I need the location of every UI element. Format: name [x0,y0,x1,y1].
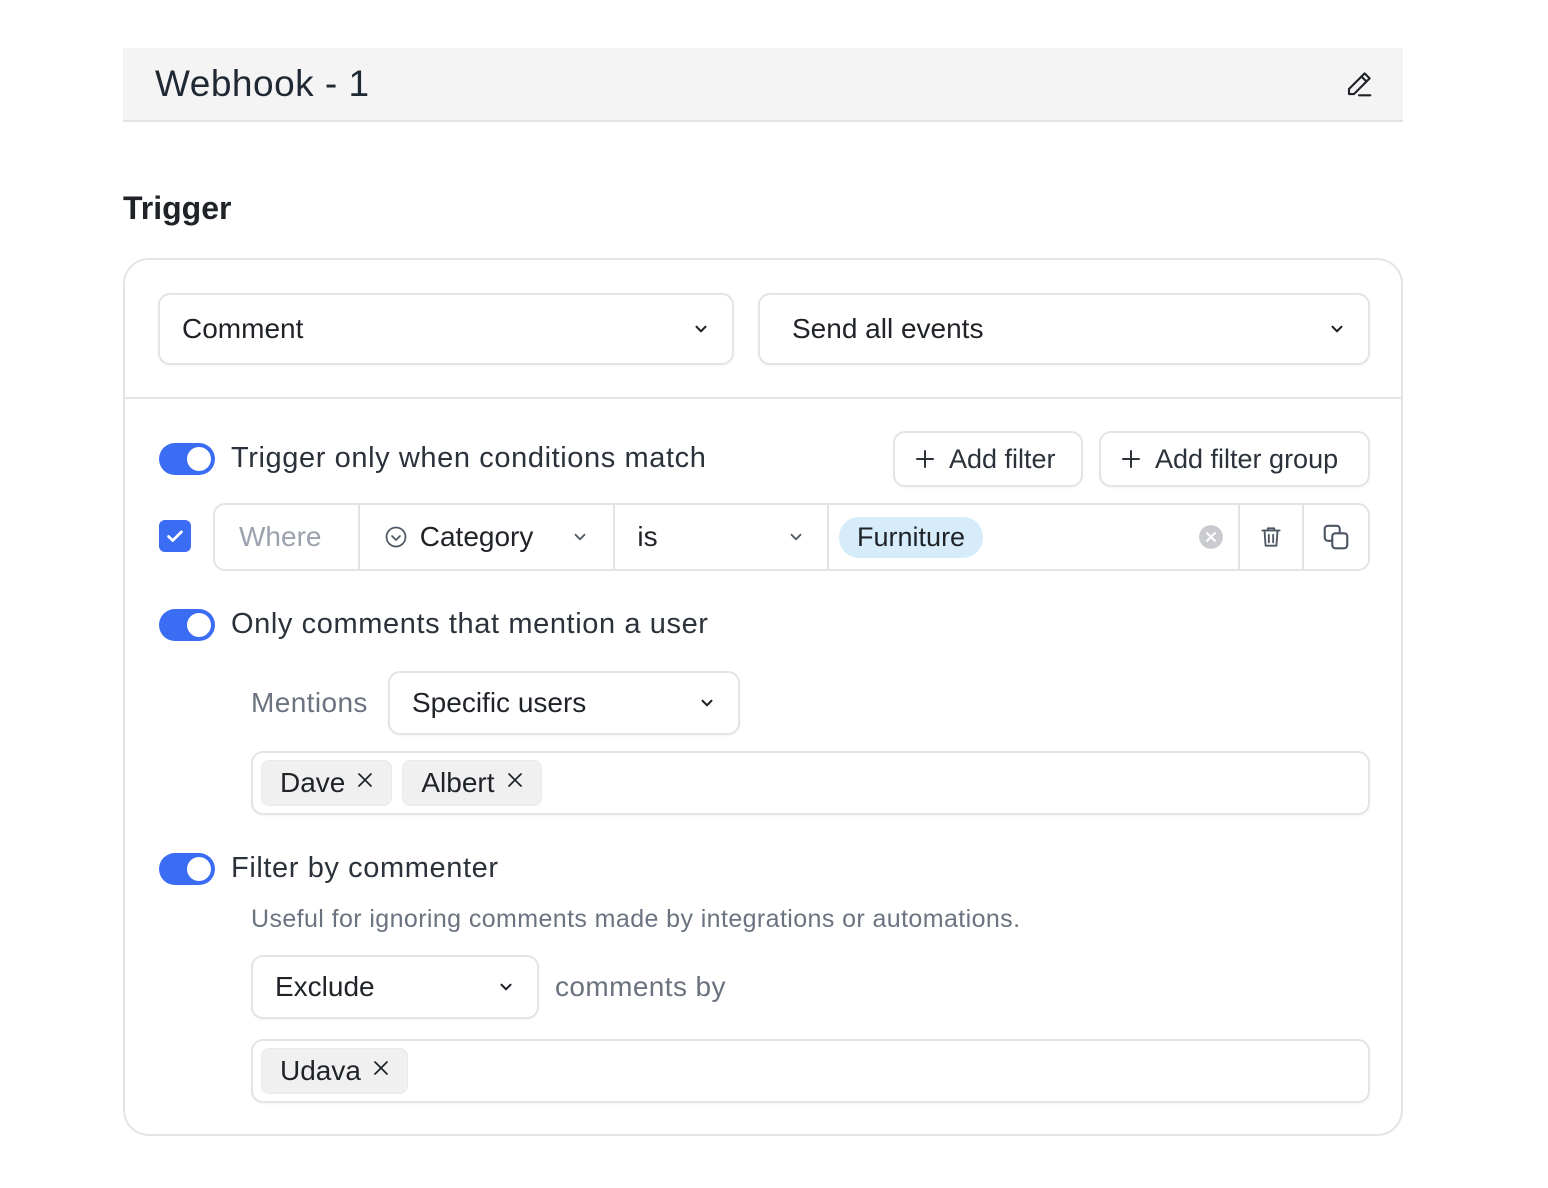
chevron-down-icon [500,983,512,991]
mentions-select[interactable]: Specific users [388,671,740,735]
chevron-down-icon [701,699,713,707]
copy-icon [1323,524,1349,550]
user-tag-label: Udava [280,1055,361,1086]
event-select[interactable]: Comment [158,293,734,365]
plus-icon [1122,450,1140,468]
commenter-users-input[interactable]: Udava [251,1039,1370,1103]
delete-filter-button[interactable] [1240,505,1305,569]
mentions-toggle-label: Only comments that mention a user [231,608,709,640]
commenter-mode-value: Exclude [275,971,375,1002]
filter-value-chip: Furniture [839,516,984,558]
filter-field-value: Category [419,521,534,552]
chevron-down-icon [1331,325,1343,333]
duplicate-filter-button[interactable] [1304,505,1368,569]
add-filter-group-button[interactable]: Add filter group [1099,431,1370,487]
filter-operator-value: is [637,521,658,552]
trigger-section-label: Trigger [123,190,232,226]
close-icon[interactable] [505,770,525,790]
comments-by-label: comments by [555,971,726,1002]
trash-icon [1261,527,1281,547]
plus-icon [916,450,934,468]
add-filter-label: Add filter [949,443,1056,474]
add-filter-group-label: Add filter group [1155,443,1339,474]
user-tag-label: Albert [421,767,495,798]
clear-icon[interactable] [1198,524,1224,550]
event-select-value: Comment [182,313,304,344]
user-tag: Albert [402,760,542,806]
filter-field-select[interactable]: Category [360,505,616,569]
conditions-toggle[interactable] [159,443,215,475]
webhook-title-bar: Webhook - 1 [123,48,1403,122]
edit-icon [1347,72,1372,97]
mode-select-value: Send all events [792,313,984,344]
circle-check-icon [385,526,407,548]
commenter-toggle[interactable] [159,853,215,885]
close-icon[interactable] [355,770,375,790]
conditions-toggle-label: Trigger only when conditions match [231,442,707,474]
commenter-toggle-label: Filter by commenter [231,852,499,884]
chevron-down-icon [574,533,586,541]
filter-checkbox[interactable] [159,520,191,552]
filter-row: Where Category is Furniture [213,503,1370,571]
filter-where-label: Where [215,505,360,569]
mentions-select-value: Specific users [412,687,587,718]
user-tag: Udava [261,1048,408,1094]
chevron-down-icon [790,533,802,541]
filter-value-field[interactable]: Furniture [829,505,1241,569]
mentions-label: Mentions [251,687,368,718]
check-icon [167,530,183,542]
user-tag: Dave [261,760,393,806]
webhook-title[interactable]: Webhook - 1 [155,63,1343,105]
add-filter-button[interactable]: Add filter [893,431,1083,487]
commenter-mode-select[interactable]: Exclude [251,955,539,1019]
close-icon[interactable] [371,1058,391,1078]
edit-title-button[interactable] [1343,68,1375,100]
commenter-description: Useful for ignoring comments made by int… [251,905,1021,933]
trigger-card: Comment Send all events Trigger only whe… [123,258,1403,1136]
mentions-toggle[interactable] [159,609,215,641]
mode-select[interactable]: Send all events [758,293,1370,365]
mentioned-users-input[interactable]: Dave Albert [251,751,1370,815]
card-divider [125,397,1401,399]
filter-operator-select[interactable]: is [615,505,830,569]
webhook-editor: Webhook - 1 Trigger Comment Send all eve… [0,0,1548,1188]
user-tag-label: Dave [280,767,346,798]
chevron-down-icon [695,325,707,333]
